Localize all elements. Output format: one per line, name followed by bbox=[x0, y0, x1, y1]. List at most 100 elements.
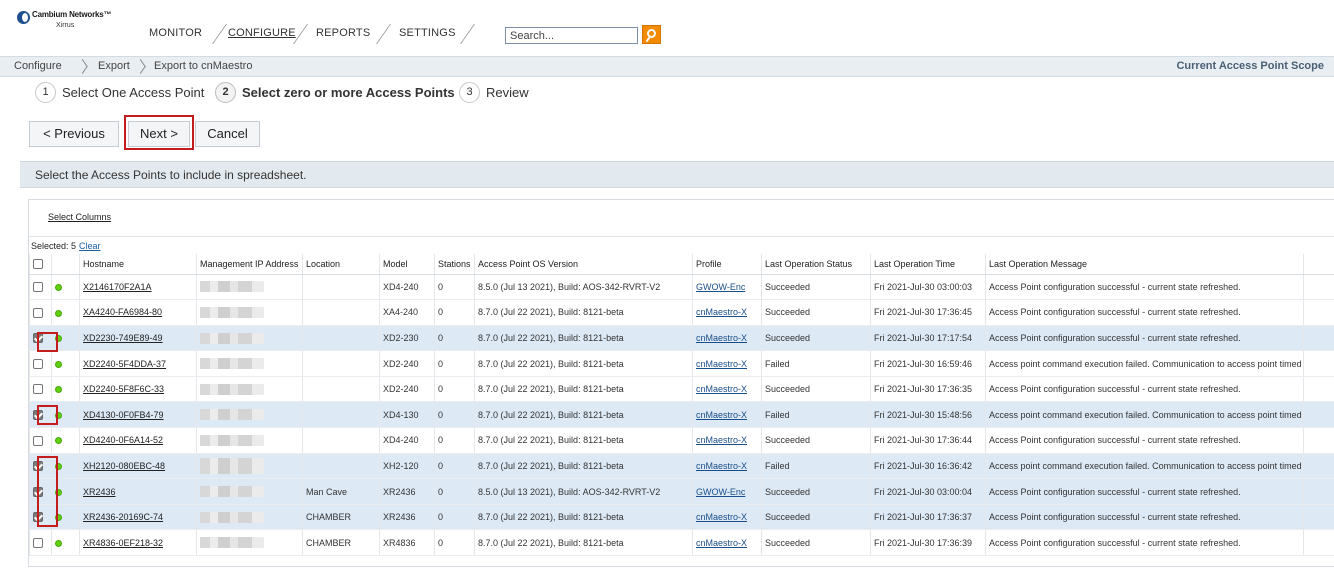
hostname-link[interactable]: XD2230-749E89-49 bbox=[83, 333, 163, 343]
profile-link[interactable]: cnMaestro-X bbox=[696, 359, 747, 369]
nav-monitor[interactable]: MONITOR bbox=[149, 27, 202, 39]
previous-button[interactable]: < Previous bbox=[29, 121, 119, 147]
table-row[interactable]: XD4130-0F0FB4-79 XD4-130 0 8.7.0 (Jul 22 20… bbox=[29, 401, 1334, 429]
location-cell bbox=[302, 325, 380, 352]
last-op-status-cell: Succeeded bbox=[761, 478, 871, 505]
column-last-op-status[interactable]: Last Operation Status bbox=[761, 254, 871, 275]
location-cell bbox=[302, 299, 380, 326]
model-cell: XD2-240 bbox=[379, 376, 435, 403]
profile-link[interactable]: cnMaestro-X bbox=[696, 435, 747, 445]
profile-link[interactable]: cnMaestro-X bbox=[696, 410, 747, 420]
profile-link[interactable]: cnMaestro-X bbox=[696, 538, 747, 548]
selected-count: Selected: 5 Clear bbox=[31, 241, 101, 251]
row-checkbox[interactable] bbox=[33, 282, 43, 293]
os-version-cell: 8.5.0 (Jul 13 2021), Build: AOS-342-RVRT… bbox=[474, 274, 693, 301]
column-last-op-time[interactable]: Last Operation Time bbox=[870, 254, 986, 275]
profile-cell: GWOW-Enc bbox=[692, 274, 762, 301]
profile-link[interactable]: GWOW-Enc bbox=[696, 282, 745, 292]
column-last-op-message[interactable]: Last Operation Message bbox=[985, 254, 1304, 275]
row-select-cell bbox=[29, 299, 52, 326]
current-scope-label[interactable]: Current Access Point Scope bbox=[1176, 60, 1324, 72]
stations-cell: 0 bbox=[434, 478, 475, 505]
profile-link[interactable]: cnMaestro-X bbox=[696, 461, 747, 471]
os-version-cell: 8.7.0 (Jul 22 2021), Build: 8121-beta bbox=[474, 529, 693, 557]
column-location[interactable]: Location bbox=[302, 254, 380, 275]
management-ip-cell bbox=[196, 529, 303, 557]
breadcrumb-configure[interactable]: Configure bbox=[14, 60, 62, 72]
row-checkbox[interactable] bbox=[33, 538, 43, 549]
hostname-link[interactable]: XD2240-5F8F6C-33 bbox=[83, 384, 164, 394]
location-cell bbox=[302, 427, 380, 454]
location-cell bbox=[302, 274, 380, 301]
hostname-link[interactable]: XA4240-FA6984-80 bbox=[83, 307, 162, 317]
management-ip-cell bbox=[196, 478, 303, 505]
last-op-message-cell: Access Point configuration successful - … bbox=[985, 325, 1304, 352]
hostname-link[interactable]: XD4240-0F6A14-52 bbox=[83, 435, 163, 445]
table-row[interactable]: XR2436-20169C-74 CHAMBER XR2436 0 8.7.0 (Jul… bbox=[29, 504, 1334, 531]
profile-cell: cnMaestro-X bbox=[692, 427, 762, 454]
model-cell: XR2436 bbox=[379, 504, 435, 531]
column-management-ip[interactable]: Management IP Address bbox=[196, 254, 303, 275]
last-op-status-cell: Succeeded bbox=[761, 274, 871, 301]
last-op-time-cell: Fri 2021-Jul-30 03:00:03 bbox=[870, 274, 986, 301]
select-columns-link[interactable]: Select Columns bbox=[48, 212, 111, 222]
hostname-link[interactable]: XR2436-20169C-74 bbox=[83, 512, 163, 522]
table-row[interactable]: XD2240-5F4DDA-37 XD2-240 0 8.7.0 (Jul 22 20… bbox=[29, 350, 1334, 377]
table-row[interactable]: XD2230-749E89-49 XD2-230 0 8.7.0 (Jul 22 20… bbox=[29, 325, 1334, 352]
column-model[interactable]: Model bbox=[379, 254, 435, 275]
table-row[interactable]: XA4240-FA6984-80 XA4-240 0 8.7.0 (Jul 22 20… bbox=[29, 299, 1334, 326]
row-select-cell bbox=[29, 529, 52, 557]
hostname-cell: XR4836-0EF218-32 bbox=[79, 529, 197, 557]
column-stations[interactable]: Stations bbox=[434, 254, 475, 275]
step-number: 3 bbox=[459, 82, 480, 103]
row-checkbox[interactable] bbox=[33, 358, 43, 369]
management-ip-cell bbox=[196, 299, 303, 326]
model-cell: XR4836 bbox=[379, 529, 435, 557]
nav-configure[interactable]: CONFIGURE bbox=[228, 27, 296, 39]
breadcrumb-export[interactable]: Export bbox=[98, 60, 130, 72]
profile-link[interactable]: cnMaestro-X bbox=[696, 384, 747, 394]
redacted-ip bbox=[200, 306, 264, 318]
last-op-status-cell: Failed bbox=[761, 453, 871, 480]
column-os-version[interactable]: Access Point OS Version bbox=[474, 254, 693, 275]
last-op-message-cell: Access Point configuration successful - … bbox=[985, 274, 1304, 301]
table-row[interactable]: X2146170F2A1A XD4-240 0 8.5.0 (Jul 13 2021)… bbox=[29, 274, 1334, 301]
step-number: 2 bbox=[215, 82, 236, 103]
hostname-link[interactable]: XR4836-0EF218-32 bbox=[83, 538, 163, 548]
selected-count-text: Selected: 5 bbox=[31, 241, 77, 251]
search-input[interactable] bbox=[505, 27, 638, 44]
row-checkbox[interactable] bbox=[33, 307, 43, 318]
table-row[interactable]: XR2436 Man Cave XR2436 0 8.5.0 (Jul 13 2021)… bbox=[29, 478, 1334, 505]
nav-settings[interactable]: SETTINGS bbox=[399, 27, 456, 39]
clear-selection-link[interactable]: Clear bbox=[79, 241, 101, 251]
row-checkbox[interactable] bbox=[33, 384, 43, 395]
row-checkbox[interactable] bbox=[33, 435, 43, 446]
table-row[interactable]: XD2240-5F8F6C-33 XD2-240 0 8.7.0 (Jul 22 20… bbox=[29, 376, 1334, 403]
column-profile[interactable]: Profile bbox=[692, 254, 762, 275]
profile-link[interactable]: cnMaestro-X bbox=[696, 307, 747, 317]
table-header-row: Hostname Management IP Address Location … bbox=[29, 254, 1334, 275]
hostname-link[interactable]: XD4130-0F0FB4-79 bbox=[83, 410, 164, 420]
table-row[interactable]: XD4240-0F6A14-52 XD4-240 0 8.7.0 (Jul 22 20… bbox=[29, 427, 1334, 454]
hostname-link[interactable]: XH2120-080EBC-48 bbox=[83, 461, 165, 471]
next-button-highlight bbox=[124, 115, 194, 150]
hostname-link[interactable]: XD2240-5F4DDA-37 bbox=[83, 359, 166, 369]
hostname-link[interactable]: XR2436 bbox=[83, 487, 116, 497]
profile-link[interactable]: cnMaestro-X bbox=[696, 512, 747, 522]
profile-link[interactable]: GWOW-Enc bbox=[696, 487, 745, 497]
nav-reports[interactable]: REPORTS bbox=[316, 27, 370, 39]
select-all-checkbox[interactable] bbox=[33, 259, 43, 270]
hostname-link[interactable]: X2146170F2A1A bbox=[83, 282, 152, 292]
table-row[interactable]: XR4836-0EF218-32 CHAMBER XR4836 0 8.7.0 (Jul… bbox=[29, 529, 1334, 557]
profile-link[interactable]: cnMaestro-X bbox=[696, 333, 747, 343]
search-button[interactable] bbox=[642, 25, 661, 44]
profile-cell: cnMaestro-X bbox=[692, 401, 762, 429]
cambium-logo[interactable]: Cambium Networks™ Xirrus bbox=[15, 10, 111, 36]
location-cell bbox=[302, 376, 380, 403]
status-cell bbox=[51, 376, 80, 403]
status-cell bbox=[51, 350, 80, 377]
table-row[interactable]: XH2120-080EBC-48 XH2-120 0 8.7.0 (Jul 22 20… bbox=[29, 453, 1334, 480]
column-hostname[interactable]: Hostname bbox=[79, 254, 197, 275]
cancel-button[interactable]: Cancel bbox=[195, 121, 260, 147]
brand-sub: Xirrus bbox=[56, 22, 75, 29]
